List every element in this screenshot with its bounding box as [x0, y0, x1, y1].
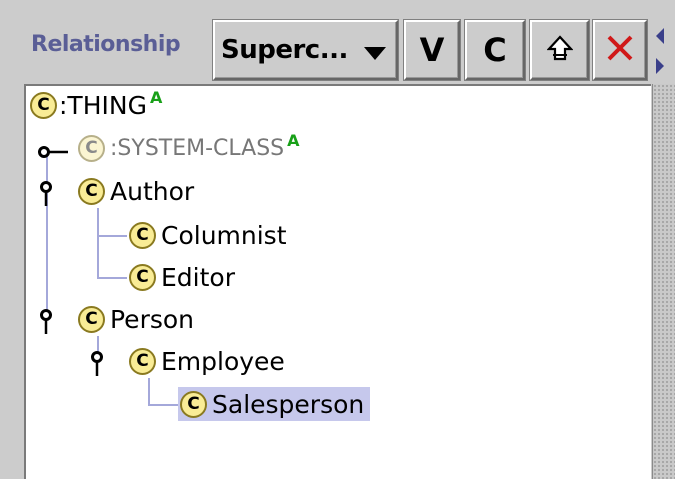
create-button-label: C [483, 31, 507, 69]
tree-node-columnist[interactable]: C Columnist [129, 218, 287, 252]
tree-node-label: Employee [161, 346, 285, 376]
delete-class-button[interactable] [593, 20, 647, 80]
triangle-down-icon [364, 45, 386, 64]
class-icon: C [129, 263, 156, 291]
tree-handle-icon[interactable] [40, 309, 52, 339]
tree-line [148, 378, 150, 405]
relationship-dropdown[interactable]: Superc... [213, 20, 398, 80]
class-browser-panel: Relationship Superc... V C C:THING A C … [0, 0, 675, 479]
tree-node-label: Salesperson [212, 389, 365, 419]
tree-line [46, 148, 48, 318]
arrow-up-outline-icon [545, 35, 574, 65]
view-button-label: V [419, 31, 445, 69]
tree-line [148, 404, 178, 406]
tree-node-employee[interactable]: C Employee [129, 344, 285, 378]
tree-handle-icon[interactable] [91, 351, 103, 381]
tree-handle-icon[interactable] [40, 181, 52, 211]
tree-line [97, 208, 99, 278]
class-icon: C [30, 91, 57, 119]
vertical-scrollbar[interactable] [652, 84, 675, 479]
tree-node-author[interactable]: C Author [78, 174, 194, 208]
tree-node-label: Person [110, 304, 195, 334]
tree-node-person[interactable]: C Person [78, 302, 194, 336]
header-scroll-arrows [652, 24, 672, 80]
class-icon: C [129, 221, 156, 249]
tree-node-label: Columnist [161, 220, 287, 250]
create-class-button[interactable]: C [465, 20, 525, 80]
abstract-badge: A [149, 88, 163, 107]
class-icon: C [129, 347, 156, 375]
relationship-dropdown-value: Superc... [221, 35, 348, 65]
class-icon: C [78, 305, 105, 333]
tree-node-label: :SYSTEM-CLASS [110, 135, 285, 161]
tree-line [97, 277, 127, 279]
red-x-icon [606, 34, 634, 66]
view-class-button[interactable]: V [404, 20, 460, 80]
tree-handle-icon[interactable] [38, 143, 72, 162]
tree-node-thing[interactable]: C :THING A [30, 88, 162, 122]
class-icon: C [78, 134, 105, 162]
tree-line [97, 235, 127, 237]
tree-node-label: Editor [161, 262, 235, 292]
abstract-badge: A [287, 131, 300, 150]
class-icon: C [180, 390, 207, 418]
tree-node-salesperson[interactable]: C Salesperson [178, 387, 371, 421]
relationship-label: Relationship [31, 32, 181, 57]
tree-node-label: :THING [59, 90, 147, 120]
class-icon: C [78, 177, 105, 205]
tree-node-editor[interactable]: C Editor [129, 260, 235, 294]
tree-node-system-class[interactable]: C :SYSTEM-CLASS A [78, 131, 300, 165]
tree-node-label: Author [110, 176, 195, 206]
triangle-right-icon[interactable] [656, 58, 664, 78]
triangle-left-icon[interactable] [656, 28, 664, 48]
add-superclass-button[interactable] [530, 20, 589, 80]
